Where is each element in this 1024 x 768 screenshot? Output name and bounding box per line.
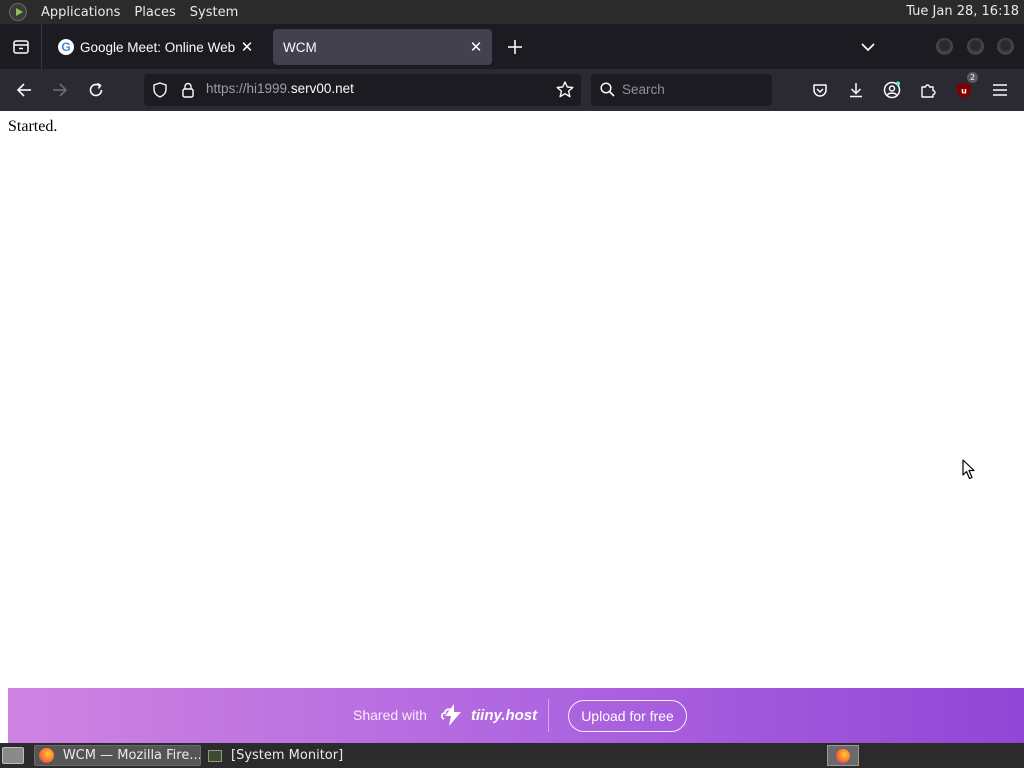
extensions-button[interactable] [916,78,940,102]
shared-with-text: Shared with [353,707,427,723]
page-content: Started. Shared with tiiny.host Upload f… [0,111,1024,743]
tab-strip: G Google Meet: Online Web a ✕ WCM ✕ [0,24,1024,69]
bottom-taskbar: WCM — Mozilla Fire... [System Monitor] [0,743,1024,768]
forward-arrow-icon [53,83,68,97]
banner-divider [548,699,549,732]
top-panel: Applications Places System Tue Jan 28, 1… [0,0,1024,24]
applications-menu[interactable]: Applications [34,5,127,20]
taskbar-item-label: WCM — Mozilla Fire... [62,748,200,763]
extension-badge: 2 [967,72,978,83]
puzzle-piece-icon [921,84,936,98]
system-menu[interactable]: System [183,5,245,20]
tiiny-host-logo-icon [440,704,461,726]
account-button[interactable] [880,78,904,102]
chevron-down-icon [861,42,875,51]
account-icon [883,81,901,99]
system-monitor-icon [208,749,222,762]
url-text[interactable]: https://hi1999.serv00.net [206,81,354,96]
tab-google-meet[interactable]: G Google Meet: Online Web a ✕ [49,29,263,65]
pocket-icon [813,83,827,97]
search-bar[interactable]: Search [591,74,772,106]
tiiny-host-brand[interactable]: tiiny.host [471,707,537,724]
firefox-icon [836,748,850,763]
tab-title: Google Meet: Online Web a [80,39,236,55]
taskbar-item-firefox[interactable]: WCM — Mozilla Fire... [34,745,201,766]
list-all-tabs-button[interactable] [856,35,880,59]
tiiny-host-banner: Shared with tiiny.host Upload for free [8,688,1024,743]
plus-icon [508,40,522,54]
maximize-window-button[interactable] [967,38,984,55]
taskbar-item-system-monitor[interactable]: [System Monitor] [204,745,370,766]
firefox-view-icon [12,39,29,54]
search-icon [600,82,615,97]
upload-for-free-button[interactable]: Upload for free [568,700,687,732]
show-desktop-button[interactable] [2,747,24,764]
firefox-icon [39,748,54,763]
places-menu[interactable]: Places [127,5,182,20]
svg-text:u: u [961,86,967,95]
google-favicon-icon: G [58,39,74,55]
shield-icon[interactable] [152,82,168,98]
download-icon [850,83,862,98]
lock-icon[interactable] [181,82,195,98]
bookmark-star-icon[interactable] [556,81,574,98]
page-body-text: Started. [8,118,58,135]
panel-clock[interactable]: Tue Jan 28, 16:18 [906,4,1019,19]
ublock-origin-button[interactable]: u 2 [952,72,978,102]
url-host: serv00.net [290,81,354,96]
back-arrow-icon [16,83,31,97]
reload-icon [89,82,103,97]
firefox-view-button[interactable] [0,24,42,69]
minimize-window-button[interactable] [936,38,953,55]
ublock-origin-icon: u [957,82,971,98]
downloads-button[interactable] [844,78,868,102]
distro-logo-icon[interactable] [9,3,27,21]
close-tab-icon[interactable]: ✕ [236,36,258,58]
search-placeholder: Search [622,82,665,97]
close-tab-icon[interactable]: ✕ [465,36,487,58]
workspace-switcher[interactable] [827,745,859,766]
url-prefix: https://hi1999. [206,81,291,96]
taskbar-item-label: [System Monitor] [231,748,344,763]
app-menu-button[interactable] [988,78,1012,102]
navigation-toolbar: https://hi1999.serv00.net Search u 2 [0,69,1024,111]
mouse-pointer-icon [962,459,975,480]
pocket-button[interactable] [808,78,832,102]
tab-wcm[interactable]: WCM ✕ [273,29,492,65]
back-button[interactable] [12,78,36,102]
new-tab-button[interactable] [503,35,527,59]
reload-button[interactable] [84,78,108,102]
address-bar[interactable]: https://hi1999.serv00.net [144,74,581,106]
hamburger-menu-icon [993,84,1007,96]
tab-title: WCM [283,39,317,55]
close-window-button[interactable] [997,38,1014,55]
forward-button[interactable] [48,78,72,102]
